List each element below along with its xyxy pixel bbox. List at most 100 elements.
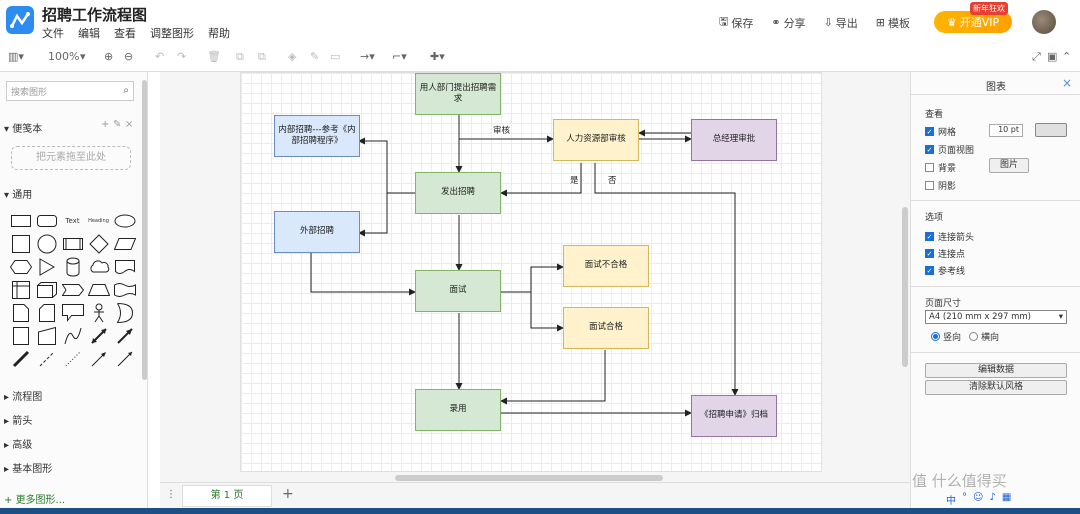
category-advanced[interactable]: ▸ 高级 [0,436,140,451]
node-gm-approve[interactable]: 总经理审批 [691,119,777,161]
menu-help[interactable]: 帮助 [208,25,230,41]
user-avatar[interactable] [1032,10,1056,34]
zoom-dropdown-icon[interactable]: ▾ [80,50,86,63]
node-dept-request[interactable]: 用人部门提出招聘需求 [415,73,501,115]
scratchpad-add-icon[interactable]: + [101,119,109,130]
node-hire[interactable]: 录用 [415,389,501,431]
card-shape[interactable] [34,302,59,324]
zoom-out-icon[interactable]: ⊖ [124,50,133,63]
background-image-button[interactable]: 图片 [989,158,1029,173]
grid-checkbox[interactable]: ✓ 网格 [925,125,956,138]
ime-mic-icon[interactable]: ♪ [989,492,995,507]
save-button[interactable]: 🖫 保存 [719,13,753,32]
node-interview[interactable]: 面试 [415,270,501,312]
hexagon-shape[interactable] [8,256,33,278]
general-section-header[interactable]: ▾ 通用 [0,186,140,201]
cloud-shape[interactable] [86,256,111,278]
node-interview-pass[interactable]: 面试合格 [563,307,649,349]
dotted-line-shape[interactable] [60,348,85,370]
internal-storage-shape[interactable] [8,279,33,301]
redo-icon[interactable]: ↷ [177,50,186,63]
connection-arrows-checkbox[interactable]: ✓ 连接箭头 [925,230,974,243]
data-storage-shape[interactable] [8,325,33,347]
insert-icon[interactable]: ✚▾ [430,50,445,63]
tape-shape[interactable] [112,279,137,301]
category-basic[interactable]: ▸ 基本图形 [0,460,140,475]
circle-shape[interactable] [34,233,59,255]
step-shape[interactable] [60,279,85,301]
node-archive[interactable]: 《招聘申请》归档 [691,395,777,437]
bidirectional-arrow-shape[interactable] [86,325,111,347]
canvas-horizontal-scrollbar[interactable] [395,475,663,481]
diamond-shape[interactable] [86,233,111,255]
edge-interview-to-fail[interactable] [501,263,564,293]
ime-chinese-icon[interactable]: 中 [946,492,956,507]
callout-shape[interactable] [60,302,85,324]
menu-view[interactable]: 查看 [114,25,136,41]
rectangle-shape[interactable] [8,210,33,232]
menu-arrange[interactable]: 调整图形 [150,25,194,41]
fill-color-icon[interactable]: ◈ [288,50,296,63]
arrow-shape[interactable] [112,325,137,347]
undo-icon[interactable]: ↶ [155,50,164,63]
directional-connector-shape[interactable] [86,348,111,370]
square-shape[interactable] [8,233,33,255]
waypoint-style-icon[interactable]: ⌐▾ [392,50,407,63]
shadow-checkbox[interactable]: 阴影 [925,179,956,192]
ime-emoji-icon[interactable]: ☺ [973,492,983,507]
more-shapes-link[interactable]: + 更多图形... [0,491,140,506]
shape-search-input[interactable]: 搜索图形 ⌕ [6,81,134,101]
portrait-radio[interactable]: 竖向 [931,330,961,343]
scratchpad-drop-zone[interactable]: 把元素拖至此处 [11,146,131,170]
clear-default-style-button[interactable]: 清除默认风格 [925,380,1067,395]
line-shape[interactable] [8,348,33,370]
manual-input-shape[interactable] [34,325,59,347]
category-arrows[interactable]: ▸ 箭头 [0,412,140,427]
curve-shape[interactable] [60,325,85,347]
node-external-recruit[interactable]: 外部招聘 [274,211,360,253]
note-shape[interactable] [8,302,33,324]
text-shape[interactable]: Text [60,210,85,232]
add-page-icon[interactable]: + [282,486,294,502]
edge-publish-to-external[interactable] [358,192,415,237]
ime-keyboard-icon[interactable]: ▦ [1002,492,1011,507]
share-button[interactable]: ⚭ 分享 [771,13,805,32]
page-size-select[interactable]: A4 (210 mm x 297 mm) ▾ [925,310,1067,324]
collapse-icon[interactable]: ⌃ [1062,50,1071,63]
line-color-icon[interactable]: ✎ [310,50,319,63]
process-shape[interactable] [60,233,85,255]
heading-shape[interactable]: Heading [86,210,111,232]
document-shape[interactable] [112,256,137,278]
edge-publish-to-internal[interactable] [358,137,415,194]
page-view-checkbox[interactable]: ✓ 页面视图 [925,143,974,156]
connection-style-icon[interactable]: →▾ [360,50,375,63]
landscape-radio[interactable]: 横向 [969,330,999,343]
background-checkbox[interactable]: 背景 [925,161,956,174]
rounded-rectangle-shape[interactable] [34,210,59,232]
node-publish[interactable]: 发出招聘 [415,172,501,214]
grid-size-input[interactable]: 10 pt [989,124,1023,137]
dashed-line-shape[interactable] [34,348,59,370]
category-flowchart[interactable]: ▸ 流程图 [0,388,140,403]
menu-file[interactable]: 文件 [42,25,64,41]
sidebar-scrollbar[interactable] [142,80,147,380]
or-shape[interactable] [112,302,137,324]
page-tab-1[interactable]: 第 1 页 [182,485,272,507]
guides-checkbox[interactable]: ✓ 参考线 [925,264,965,277]
ime-punct-icon[interactable]: ° [962,492,967,507]
node-internal-recruit[interactable]: 内部招聘---参考《内部招聘程序》 [274,115,360,157]
node-hr-review[interactable]: 人力资源部审核 [553,119,639,161]
parallelogram-shape[interactable] [112,233,137,255]
edit-data-button[interactable]: 编辑数据 [925,363,1067,378]
trapezoid-shape[interactable] [86,279,111,301]
edge-interview-to-pass[interactable] [501,291,564,332]
page-menu-icon[interactable]: ⋮ [166,489,176,500]
export-button[interactable]: ⇩ 导出 [824,13,858,32]
edge-external-to-interview[interactable] [310,253,416,296]
format-panel-icon[interactable]: ▣ [1047,50,1057,63]
edge-pass-to-hire[interactable] [500,350,606,405]
zoom-select[interactable]: 100% [48,50,79,63]
scratchpad-close-icon[interactable]: × [125,119,133,130]
shadow-icon[interactable]: ▭ [330,50,340,63]
canvas-vertical-scrollbar[interactable] [902,207,908,367]
